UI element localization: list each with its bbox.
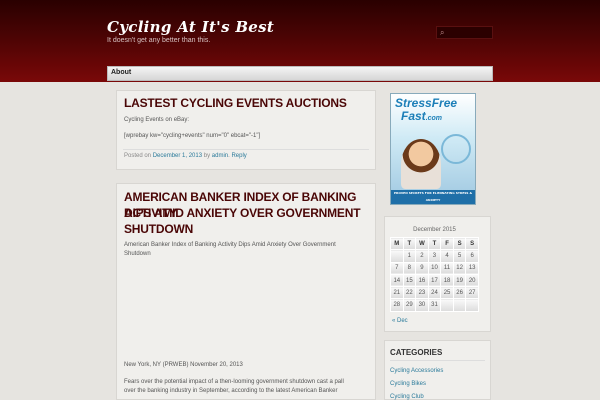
divider xyxy=(123,149,369,150)
calendar-day xyxy=(440,298,454,312)
author-link[interactable]: admin xyxy=(212,153,228,159)
calendar-day: 27 xyxy=(465,286,479,300)
categories-list: Cycling Accessories Cycling Bikes Cyclin… xyxy=(390,365,443,400)
calendar-day: 24 xyxy=(427,286,442,300)
post-card: Lastest Cycling Events Auctions Cycling … xyxy=(116,90,376,170)
weekday-header: M xyxy=(390,236,404,251)
calendar-day: 28 xyxy=(390,298,404,312)
calendar-day: 1 xyxy=(402,249,417,263)
calendar-widget: December 2015 M T W T F S S 1 2 3 4 5 6 xyxy=(384,216,491,332)
post-title-line[interactable]: Shutdown xyxy=(124,221,193,237)
post-body: Fears over the potential impact of a the… xyxy=(124,379,344,385)
divider xyxy=(390,360,485,361)
wheel-icon xyxy=(441,134,471,164)
search-input[interactable]: ⌕ xyxy=(436,26,493,39)
calendar-day: 26 xyxy=(452,286,467,300)
calendar-day: 25 xyxy=(440,286,454,300)
calendar-day: 15 xyxy=(402,273,417,288)
calendar-day: 16 xyxy=(415,273,429,288)
post-dateline: New York, NY (PRWEB) November 20, 2013 xyxy=(124,362,243,368)
nav-item-about[interactable]: About xyxy=(111,69,131,76)
category-link[interactable]: Cycling Accessories xyxy=(390,365,443,378)
calendar-day: 10 xyxy=(427,261,442,275)
calendar-prev-link[interactable]: « Dec xyxy=(392,318,408,324)
calendar-day: 22 xyxy=(402,286,417,300)
calendar-day: 20 xyxy=(465,273,479,288)
post-title[interactable]: Lastest Cycling Events Auctions xyxy=(124,95,347,111)
category-link[interactable]: Cycling Bikes xyxy=(390,378,443,391)
calendar-day: 21 xyxy=(390,286,404,300)
categories-title: CATEGORIES xyxy=(390,348,443,357)
calendar-table: M T W T F S S 1 2 3 4 5 6 7 8 9 10 11 12… xyxy=(390,236,479,312)
calendar-day: 8 xyxy=(402,261,417,275)
person-image xyxy=(401,139,441,189)
category-link[interactable]: Cycling Club xyxy=(390,391,443,400)
post-title-line[interactable]: Dips Amid Anxiety Over Government xyxy=(124,205,361,221)
calendar-day xyxy=(452,298,467,312)
post-card: American Banker Index of Banking Activit… xyxy=(116,183,376,400)
reply-link[interactable]: Reply xyxy=(231,153,246,159)
calendar-day: 17 xyxy=(427,273,442,288)
site-title[interactable]: Cycling At It's Best xyxy=(107,18,274,36)
calendar-day: 4 xyxy=(440,249,454,263)
main-nav: About xyxy=(107,66,493,81)
calendar-day: 7 xyxy=(390,261,404,275)
calendar-day: 3 xyxy=(427,249,442,263)
calendar-day xyxy=(465,298,479,312)
calendar-day: 11 xyxy=(440,261,454,275)
calendar-day: 29 xyxy=(402,298,417,312)
search-icon[interactable]: ⌕ xyxy=(440,28,444,38)
calendar-day: 31 xyxy=(427,298,442,312)
weekday-header: F xyxy=(440,236,454,251)
post-text: Cycling Events on eBay: xyxy=(124,117,190,123)
weekday-header: S xyxy=(465,236,479,251)
post-excerpt: Shutdown xyxy=(124,251,151,257)
calendar-day: 23 xyxy=(415,286,429,300)
calendar-day: 6 xyxy=(465,249,479,263)
stressfree-ad-banner[interactable]: StressFree Fast.com PROVEN SECRETS FOR E… xyxy=(390,93,476,205)
meta-by: by xyxy=(203,153,211,159)
calendar-day: 30 xyxy=(415,298,429,312)
post-body: over the banking industry in September, … xyxy=(124,388,338,394)
calendar-day: 13 xyxy=(465,261,479,275)
categories-widget: CATEGORIES Cycling Accessories Cycling B… xyxy=(384,340,491,400)
calendar-day xyxy=(390,249,404,263)
calendar-day: 5 xyxy=(452,249,467,263)
calendar-day: 14 xyxy=(390,273,404,288)
calendar-day: 12 xyxy=(452,261,467,275)
calendar-caption: December 2015 xyxy=(413,227,456,233)
calendar-day: 18 xyxy=(440,273,454,288)
ad-tagline-strip: PROVEN SECRETS FOR ELIMINATING STRESS & … xyxy=(391,190,475,204)
calendar-day: 9 xyxy=(415,261,429,275)
ad-brand: StressFree xyxy=(395,96,458,110)
calendar-day: 2 xyxy=(415,249,429,263)
post-text: [wprebay kw="cycling+events" num="0" ebc… xyxy=(124,133,261,139)
meta-prefix: Posted on xyxy=(124,153,152,159)
post-date-link[interactable]: December 1, 2013 xyxy=(153,153,202,159)
weekday-header: S xyxy=(452,236,467,251)
weekday-header: W xyxy=(415,236,429,251)
site-tagline: It doesn't get any better than this. xyxy=(107,37,211,44)
post-meta: Posted on December 1, 2013 by admin. Rep… xyxy=(124,153,247,159)
weekday-header: T xyxy=(402,236,417,251)
weekday-header: T xyxy=(427,236,442,251)
ad-brand-2: Fast.com xyxy=(401,109,443,123)
post-excerpt: American Banker Index of Banking Activit… xyxy=(124,242,336,248)
calendar-day: 19 xyxy=(452,273,467,288)
